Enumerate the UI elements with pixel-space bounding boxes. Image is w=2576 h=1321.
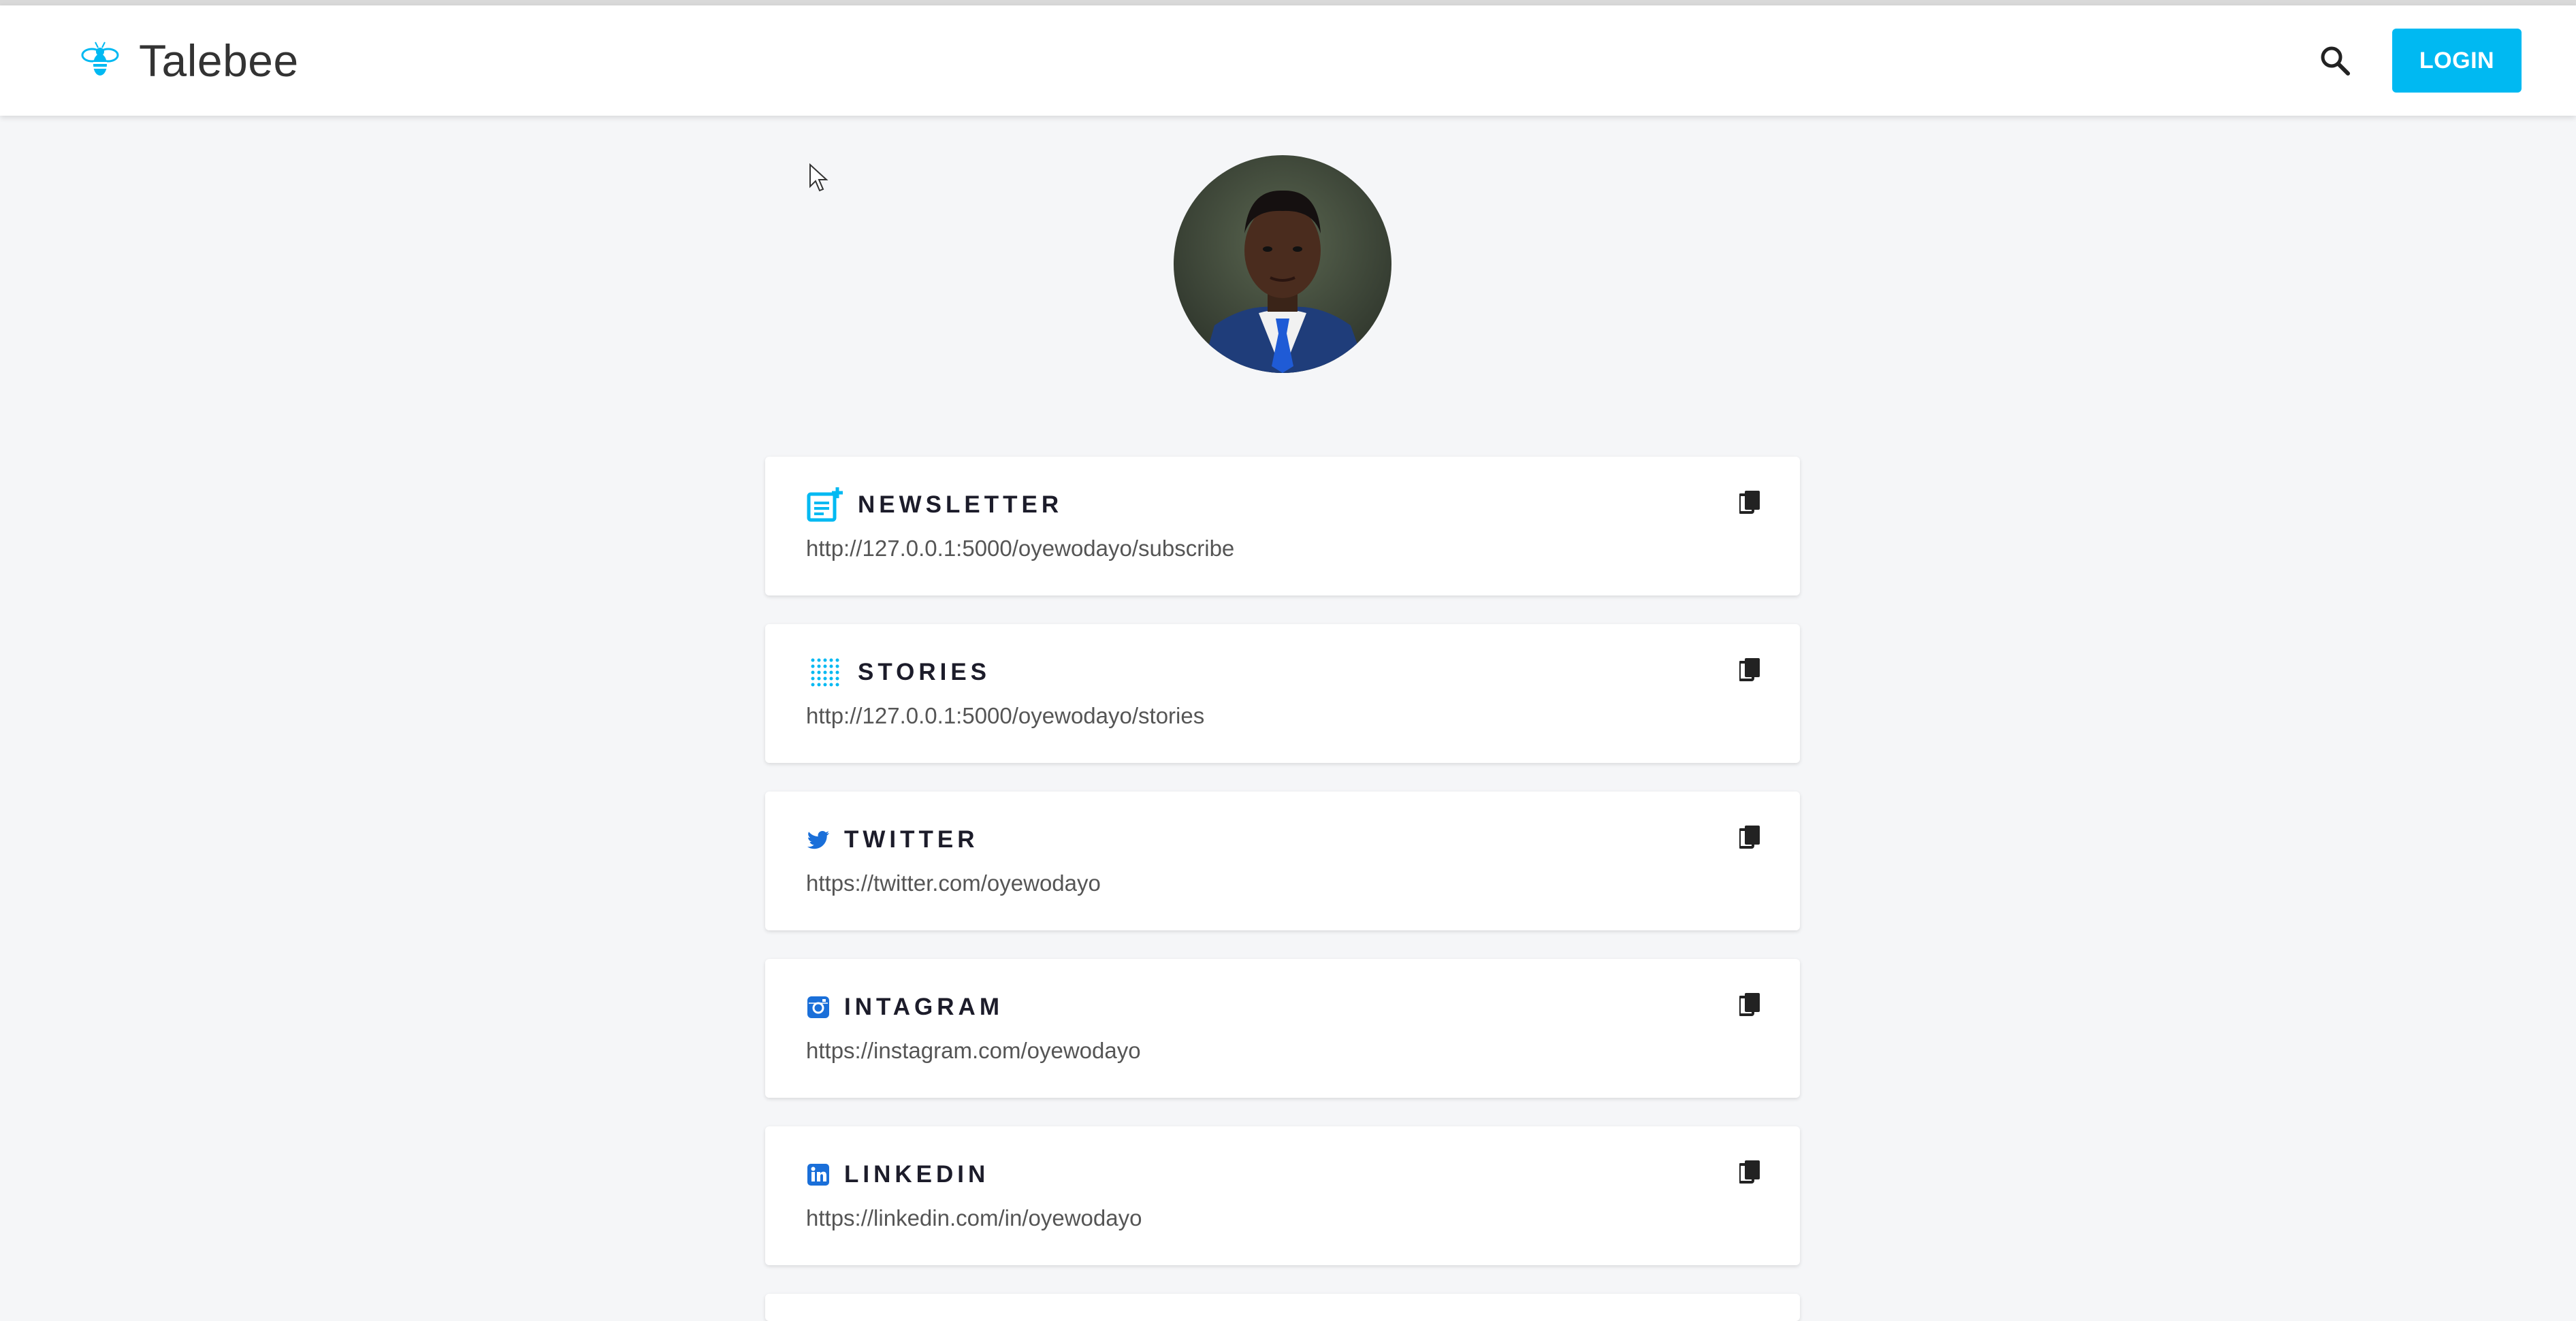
link-url[interactable]: http://127.0.0.1:5000/oyewodayo/stories — [806, 703, 1204, 729]
link-url[interactable]: http://127.0.0.1:5000/oyewodayo/subscrib… — [806, 536, 1234, 561]
copy-icon[interactable] — [1733, 1155, 1766, 1190]
brand[interactable]: Talebee — [76, 35, 299, 86]
mouse-pointer-icon — [809, 163, 829, 195]
link-card-newsletter: NEWSLETTER http://127.0.0.1:5000/oyewoda… — [765, 457, 1800, 596]
copy-icon[interactable] — [1733, 653, 1766, 688]
profile-avatar — [1174, 155, 1391, 373]
twitter-icon — [806, 828, 831, 852]
top-navbar: Talebee LOGIN — [0, 5, 2576, 116]
copy-icon[interactable] — [1733, 988, 1766, 1023]
link-card-instagram: INTAGRAM https://instagram.com/oyewodayo — [765, 959, 1800, 1098]
link-url[interactable]: https://instagram.com/oyewodayo — [806, 1038, 1141, 1064]
linkedin-icon — [806, 1162, 831, 1187]
brand-name: Talebee — [139, 35, 299, 86]
link-title: LINKEDIN — [844, 1161, 990, 1188]
link-title: STORIES — [858, 659, 991, 685]
link-card-twitter: TWITTER https://twitter.com/oyewodayo — [765, 792, 1800, 930]
copy-icon[interactable] — [1733, 485, 1766, 521]
link-card-linkedin: LINKEDIN https://linkedin.com/in/oyewoda… — [765, 1126, 1800, 1265]
search-icon[interactable] — [2313, 39, 2357, 82]
link-card-stories: STORIES http://127.0.0.1:5000/oyewodayo/… — [765, 624, 1800, 763]
login-button[interactable]: LOGIN — [2392, 29, 2522, 93]
copy-icon[interactable] — [1733, 820, 1766, 855]
link-list: NEWSLETTER http://127.0.0.1:5000/oyewoda… — [765, 457, 1800, 1321]
stories-icon — [806, 653, 844, 691]
bee-logo-icon — [76, 37, 124, 84]
link-card-partial — [765, 1294, 1800, 1321]
link-title: TWITTER — [844, 826, 979, 853]
link-title: NEWSLETTER — [858, 491, 1063, 518]
top-border — [0, 0, 2576, 5]
link-url[interactable]: https://linkedin.com/in/oyewodayo — [806, 1205, 1142, 1231]
link-url[interactable]: https://twitter.com/oyewodayo — [806, 870, 1101, 896]
link-title: INTAGRAM — [844, 994, 1003, 1020]
instagram-icon — [806, 995, 831, 1020]
newsletter-icon — [806, 486, 844, 524]
